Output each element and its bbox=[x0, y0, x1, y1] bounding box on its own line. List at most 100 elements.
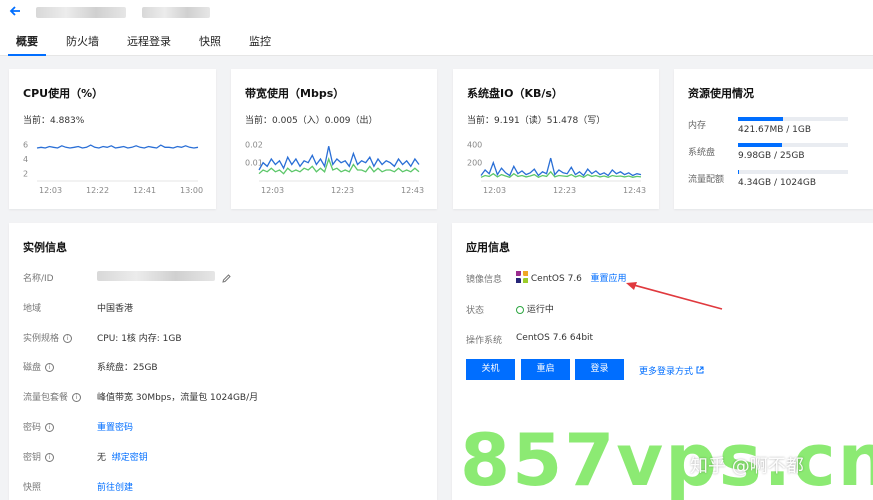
create-snapshot-link[interactable]: 前往创建 bbox=[97, 483, 133, 493]
cpu-y-tick: 4 bbox=[23, 155, 28, 164]
cpu-x-tick: 13:00 bbox=[180, 186, 203, 195]
restart-button[interactable]: 重启 bbox=[521, 359, 570, 380]
snapshot-label: 快照 bbox=[23, 483, 42, 493]
disk-label-text: 磁盘 bbox=[23, 363, 42, 373]
cpu-title: CPU使用（%） bbox=[23, 87, 104, 100]
traffic-pkg-label-text: 流量包套餐 bbox=[23, 393, 69, 403]
tab-firewall[interactable]: 防火墙 bbox=[58, 30, 107, 56]
region-value: 中国香港 bbox=[97, 304, 134, 314]
login-button[interactable]: 登录 bbox=[575, 359, 624, 380]
cpu-chart: 6 4 2 12:03 12:22 12:41 13:00 bbox=[23, 140, 203, 195]
os-value: CentOS 7.6 64bit bbox=[516, 333, 594, 343]
traffic-value: 4.34GB / 1024GB bbox=[738, 178, 816, 188]
tab-snapshot[interactable]: 快照 bbox=[191, 30, 229, 56]
password-label: 密码 i bbox=[23, 420, 55, 433]
instance-name-redacted bbox=[36, 7, 126, 18]
bandwidth-y-tick: 0.01 bbox=[245, 159, 263, 168]
tab-overview[interactable]: 概要 bbox=[8, 30, 46, 56]
key-label: 密钥 i bbox=[23, 450, 55, 463]
tab-bar: 概要 防火墙 远程登录 快照 监控 bbox=[8, 30, 291, 56]
bandwidth-x-tick: 12:23 bbox=[331, 186, 354, 195]
cpu-series-line bbox=[36, 144, 199, 149]
disk-io-x-tick: 12:03 bbox=[483, 186, 506, 195]
bandwidth-series-line bbox=[258, 146, 420, 171]
cpu-current: 当前：4.883% bbox=[23, 116, 85, 126]
reset-password-link[interactable]: 重置密码 bbox=[97, 420, 133, 433]
more-login-text[interactable]: 更多登录方式 bbox=[639, 367, 693, 377]
info-icon[interactable]: i bbox=[45, 453, 55, 462]
running-status-icon bbox=[516, 305, 524, 314]
disk-io-card: 系统盘IO（KB/s） 当前：9.191（读）51.478（写） 400 200 1… bbox=[453, 69, 659, 209]
cpu-x-tick: 12:22 bbox=[86, 186, 109, 195]
cpu-y-tick: 2 bbox=[23, 170, 28, 179]
spec-label: 实例规格 i bbox=[23, 331, 73, 344]
tab-remote-login[interactable]: 远程登录 bbox=[119, 30, 179, 56]
info-icon[interactable]: i bbox=[45, 423, 55, 432]
disk-progress bbox=[738, 143, 848, 147]
shutdown-button[interactable]: 关机 bbox=[466, 359, 515, 380]
disk-io-title: 系统盘IO（KB/s） bbox=[467, 87, 563, 100]
info-icon[interactable]: i bbox=[63, 334, 73, 343]
disk-io-x-tick: 12:43 bbox=[623, 186, 646, 195]
bandwidth-y-tick: 0.02 bbox=[245, 140, 263, 149]
instance-id-redacted bbox=[142, 7, 210, 18]
resource-memory-label: 内存 bbox=[688, 121, 707, 131]
image-value-row: CentOS 7.6 重置应用 bbox=[516, 271, 627, 286]
tab-monitor[interactable]: 监控 bbox=[241, 30, 279, 56]
disk-value-text: 系统盘：25GB bbox=[97, 363, 158, 373]
bandwidth-x-tick: 12:43 bbox=[401, 186, 424, 195]
disk-value: 9.98GB / 25GB bbox=[738, 151, 805, 161]
spec-value: CPU: 1核 内存: 1GB bbox=[97, 334, 182, 344]
image-label: 镜像信息 bbox=[466, 275, 503, 285]
memory-progress bbox=[738, 117, 848, 121]
info-icon[interactable]: i bbox=[45, 363, 55, 372]
cpu-card: CPU使用（%） 当前：4.883% 6 4 2 12:03 12:22 12:41 13:… bbox=[9, 69, 216, 209]
edit-icon[interactable] bbox=[221, 269, 232, 288]
key-value-text: 无 bbox=[97, 453, 107, 463]
disk-io-current: 当前：9.191（读）51.478（写） bbox=[467, 116, 606, 126]
memory-progress-fill bbox=[738, 117, 784, 121]
traffic-pkg-value: 峰值带宽 30Mbps，流量包 1024GB/月 bbox=[97, 393, 259, 403]
status-value: 运行中 bbox=[526, 305, 554, 315]
bandwidth-current: 当前：0.005（入）0.009（出） bbox=[245, 116, 378, 126]
instance-info-card: 实例信息 名称/ID 地域 中国香港 实例规格 i CPU: 1核 内存: 1GB… bbox=[9, 223, 437, 500]
disk-io-x-tick: 12:23 bbox=[553, 186, 576, 195]
info-icon[interactable]: i bbox=[72, 393, 82, 402]
bandwidth-x-tick: 12:03 bbox=[261, 186, 284, 195]
disk-io-y-tick: 200 bbox=[467, 159, 482, 168]
key-label-text: 密钥 bbox=[23, 453, 42, 463]
reset-password-link-text[interactable]: 重置密码 bbox=[97, 423, 133, 433]
resource-traffic-label: 流量配额 bbox=[688, 175, 725, 185]
status-value-row: 运行中 bbox=[516, 302, 554, 315]
back-arrow-icon[interactable] bbox=[8, 4, 26, 22]
disk-io-series-line bbox=[480, 157, 642, 177]
cpu-x-tick: 12:03 bbox=[39, 186, 62, 195]
bandwidth-card: 带宽使用（Mbps） 当前：0.005（入）0.009（出） 0.02 0.01 1… bbox=[231, 69, 437, 209]
bandwidth-title: 带宽使用（Mbps） bbox=[245, 87, 345, 100]
name-id-label: 名称/ID bbox=[23, 274, 54, 284]
image-value: CentOS 7.6 bbox=[530, 274, 582, 284]
key-value: 无 绑定密钥 bbox=[97, 450, 148, 463]
centos-logo-icon bbox=[516, 271, 528, 286]
traffic-pkg-label: 流量包套餐 i bbox=[23, 390, 82, 403]
resource-disk-label: 系统盘 bbox=[688, 148, 716, 158]
annotation-arrow-icon bbox=[626, 282, 723, 310]
traffic-progress bbox=[738, 170, 848, 174]
app-info-title: 应用信息 bbox=[466, 241, 510, 254]
memory-value: 421.67MB / 1GB bbox=[738, 125, 812, 135]
name-id-redacted bbox=[97, 271, 215, 281]
disk-io-y-tick: 400 bbox=[467, 140, 482, 149]
bind-key-link[interactable]: 绑定密钥 bbox=[112, 453, 148, 463]
disk-io-chart: 400 200 12:03 12:23 12:43 bbox=[467, 140, 646, 195]
spec-label-text: 实例规格 bbox=[23, 334, 60, 344]
disk-label: 磁盘 i bbox=[23, 360, 55, 373]
snapshot-create[interactable]: 前往创建 bbox=[97, 480, 133, 493]
more-login-link[interactable]: 更多登录方式 bbox=[639, 364, 704, 377]
app-info-card: 应用信息 镜像信息 CentOS 7.6 重置应用 状态 运行中 操作系统 Ce… bbox=[452, 223, 873, 500]
traffic-progress-fill bbox=[738, 170, 739, 174]
resource-title: 资源使用情况 bbox=[688, 87, 754, 100]
status-label: 状态 bbox=[466, 306, 485, 316]
external-link-icon bbox=[696, 366, 704, 377]
password-label-text: 密码 bbox=[23, 423, 42, 433]
cpu-y-tick: 6 bbox=[23, 140, 28, 149]
